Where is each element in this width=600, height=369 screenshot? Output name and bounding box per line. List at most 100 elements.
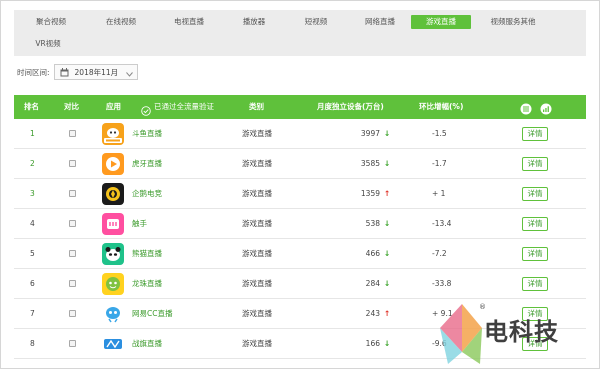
rank-number: 5 bbox=[30, 249, 35, 258]
douyu-app-icon bbox=[102, 123, 124, 145]
netease-cc-app-icon bbox=[102, 303, 124, 325]
detail-button[interactable]: 详情 bbox=[522, 247, 548, 261]
chart-view-icon[interactable] bbox=[540, 101, 552, 115]
calendar-icon bbox=[60, 67, 69, 77]
tab-aggregate-video[interactable]: 聚合视频 bbox=[28, 15, 74, 29]
compare-checkbox[interactable] bbox=[69, 220, 76, 227]
tab-player[interactable]: 播放器 bbox=[236, 15, 272, 29]
header-rank: 排名 bbox=[24, 102, 39, 111]
detail-button[interactable]: 详情 bbox=[522, 157, 548, 171]
compare-checkbox[interactable] bbox=[69, 280, 76, 287]
trend-down-icon: ↓ bbox=[384, 219, 391, 228]
app-name-link[interactable]: 熊猫直播 bbox=[132, 239, 162, 269]
tab-tv-live[interactable]: 电视直播 bbox=[166, 15, 212, 29]
compare-checkbox[interactable] bbox=[69, 130, 76, 137]
monthly-devices: 243 bbox=[365, 309, 380, 318]
month-select-value: 2018年11月 bbox=[74, 67, 119, 77]
app-name-link[interactable]: 战旗直播 bbox=[132, 329, 162, 359]
tab-online-video[interactable]: 在线视频 bbox=[98, 15, 144, 29]
app-category: 游戏直播 bbox=[242, 279, 272, 288]
app-category: 游戏直播 bbox=[242, 309, 272, 318]
app-category: 游戏直播 bbox=[242, 219, 272, 228]
time-filter-label: 时间区间: bbox=[17, 67, 50, 77]
table-row: 4 触手 游戏直播 538 ↓ -13.4 详情 bbox=[14, 209, 586, 239]
time-filter: 时间区间: 2018年11月 bbox=[17, 64, 138, 80]
tab-video-service-other[interactable]: 视频服务其他 bbox=[484, 15, 542, 29]
watermark-brand-text: 电科技 bbox=[484, 318, 559, 346]
trend-down-icon: ↓ bbox=[384, 249, 391, 258]
panda-tv-app-icon bbox=[102, 243, 124, 265]
detail-button[interactable]: 详情 bbox=[522, 187, 548, 201]
rank-number: 4 bbox=[30, 219, 35, 228]
trend-down-icon: ↓ bbox=[384, 279, 391, 288]
app-name-link[interactable]: 龙珠直播 bbox=[132, 269, 162, 299]
table-row: 2 虎牙直播 游戏直播 3585 ↓ -1.7 详情 bbox=[14, 149, 586, 179]
monthly-devices: 466 bbox=[365, 249, 380, 258]
app-category: 游戏直播 bbox=[242, 159, 272, 168]
list-view-icon[interactable] bbox=[520, 101, 532, 115]
monthly-devices: 538 bbox=[365, 219, 380, 228]
rank-number: 2 bbox=[30, 159, 35, 168]
table-row: 5 熊猫直播 游戏直播 466 ↓ -7.2 详情 bbox=[14, 239, 586, 269]
app-category: 游戏直播 bbox=[242, 339, 272, 348]
mom-change: -33.8 bbox=[432, 279, 452, 288]
rank-number: 6 bbox=[30, 279, 35, 288]
compare-checkbox[interactable] bbox=[69, 250, 76, 257]
month-select[interactable]: 2018年11月 bbox=[53, 64, 138, 80]
watermark-registered-mark: ® bbox=[479, 303, 486, 311]
penguin-esports-app-icon bbox=[102, 183, 124, 205]
rank-number: 8 bbox=[30, 339, 35, 348]
huya-app-icon bbox=[102, 153, 124, 175]
table-row: 3 企鹅电竞 游戏直播 1359 ↑ + 1 详情 bbox=[14, 179, 586, 209]
monthly-devices: 1359 bbox=[360, 189, 380, 198]
monthly-devices: 3585 bbox=[360, 159, 380, 168]
header-change: 环比增幅(%) bbox=[419, 102, 464, 111]
rank-number: 3 bbox=[30, 189, 35, 198]
app-category: 游戏直播 bbox=[242, 129, 272, 138]
table-row: 6 龙珠直播 游戏直播 284 ↓ -33.8 详情 bbox=[14, 269, 586, 299]
app-name-link[interactable]: 虎牙直播 bbox=[132, 149, 162, 179]
chushou-app-icon bbox=[102, 213, 124, 235]
compare-checkbox[interactable] bbox=[69, 190, 76, 197]
header-compare: 对比 bbox=[64, 102, 79, 111]
tab-game-live[interactable]: 游戏直播 bbox=[411, 15, 471, 29]
trend-down-icon: ↓ bbox=[384, 159, 391, 168]
app-name-link[interactable]: 网易CC直播 bbox=[132, 299, 172, 329]
tab-short-video[interactable]: 短视频 bbox=[298, 15, 334, 29]
chevron-down-icon bbox=[125, 70, 133, 79]
app-category: 游戏直播 bbox=[242, 189, 272, 198]
longzhu-app-icon bbox=[102, 273, 124, 295]
compare-checkbox[interactable] bbox=[69, 340, 76, 347]
trend-down-icon: ↓ bbox=[384, 129, 391, 138]
trend-down-icon: ↓ bbox=[384, 339, 391, 348]
trend-up-icon: ↑ bbox=[384, 189, 391, 198]
category-tabs: 聚合视频 在线视频 电视直播 播放器 短视频 网络直播 游戏直播 视频服务其他 … bbox=[14, 10, 586, 56]
monthly-devices: 284 bbox=[365, 279, 380, 288]
verified-check-icon[interactable] bbox=[141, 102, 151, 116]
app-name-link[interactable]: 斗鱼直播 bbox=[132, 119, 162, 149]
table-header: 排名 对比 应用 已通过全流量验证 类别 月度独立设备(万台) 环比增幅(%) bbox=[14, 95, 586, 119]
detail-button[interactable]: 详情 bbox=[522, 277, 548, 291]
detail-button[interactable]: 详情 bbox=[522, 127, 548, 141]
zhanqi-app-icon bbox=[102, 333, 124, 355]
app-name-link[interactable]: 企鹅电竞 bbox=[132, 179, 162, 209]
header-category: 类别 bbox=[249, 102, 264, 111]
rank-number: 7 bbox=[30, 309, 35, 318]
header-verified-filter[interactable]: 已通过全流量验证 bbox=[154, 95, 214, 119]
tab-vr-video[interactable]: VR视频 bbox=[28, 37, 68, 51]
header-devices: 月度独立设备(万台) bbox=[317, 102, 384, 111]
mom-change: + 1 bbox=[432, 189, 446, 198]
compare-checkbox[interactable] bbox=[69, 310, 76, 317]
mom-change: -1.5 bbox=[432, 129, 447, 138]
table-row: 1 斗鱼直播 游戏直播 3997 ↓ -1.5 详情 bbox=[14, 119, 586, 149]
detail-button[interactable]: 详情 bbox=[522, 217, 548, 231]
trend-up-icon: ↑ bbox=[384, 309, 391, 318]
app-name-link[interactable]: 触手 bbox=[132, 209, 147, 239]
compare-checkbox[interactable] bbox=[69, 160, 76, 167]
header-app: 应用 bbox=[106, 102, 121, 111]
monthly-devices: 166 bbox=[365, 339, 380, 348]
app-category: 游戏直播 bbox=[242, 249, 272, 258]
mom-change: -7.2 bbox=[432, 249, 447, 258]
tab-network-live[interactable]: 网络直播 bbox=[357, 15, 403, 29]
rank-number: 1 bbox=[30, 129, 35, 138]
